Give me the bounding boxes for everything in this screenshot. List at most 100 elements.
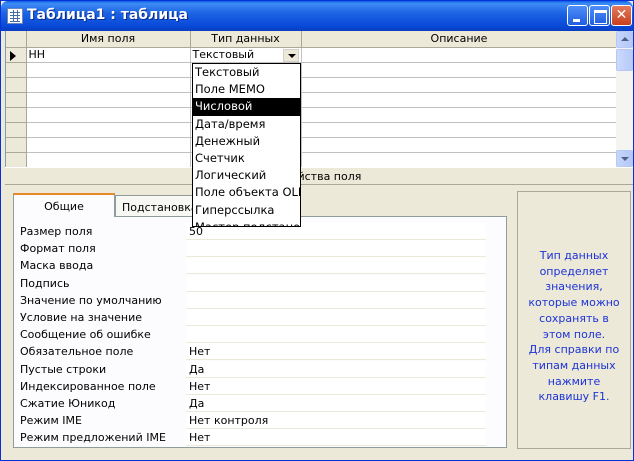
property-row[interactable]: Маска ввода [20,257,490,275]
row-selector[interactable] [6,77,27,93]
description-cell[interactable] [301,152,618,168]
property-label: Режим предложений IME [20,431,166,445]
column-header-field-name[interactable]: Имя поля [26,31,191,48]
dropdown-option[interactable]: Текстовый [193,64,300,81]
property-row[interactable]: Индексированное поле Нет [20,377,490,395]
column-header-description[interactable]: Описание [301,31,618,48]
dropdown-option[interactable]: Мастер подстановок... [193,219,300,226]
description-cell[interactable] [301,47,618,63]
dropdown-arrow-icon[interactable] [282,48,299,61]
property-value[interactable]: Да [186,395,486,412]
row-selector[interactable] [6,92,27,108]
dropdown-option[interactable]: Числовой [193,98,300,116]
row-selector[interactable] [6,122,27,138]
property-row[interactable]: Режим предложений IME Нет [20,429,490,447]
table-row[interactable] [6,137,618,153]
description-cell[interactable] [301,62,618,78]
dropdown-option[interactable]: Гиперссылка [193,202,300,219]
data-type-dropdown-list[interactable]: Текстовый Поле MEMO Числовой Дата/время Дене… [192,63,301,227]
field-name-cell[interactable] [26,92,191,108]
property-value[interactable]: Нет [186,343,486,361]
field-name-cell[interactable] [26,77,191,93]
description-cell[interactable] [301,77,618,93]
table-row[interactable]: НН Текстовый [6,47,618,63]
row-selector[interactable] [6,152,27,168]
minimize-button[interactable] [567,5,588,26]
tab-lookup[interactable]: Подстановка [115,195,201,217]
field-name-cell[interactable] [26,152,191,168]
table-row[interactable] [6,77,618,93]
help-text-line: Тип данных [539,249,609,262]
property-label: Пустые строки [20,362,107,376]
property-row[interactable]: Сообщение об ошибке [20,326,490,344]
property-row[interactable]: Подпись [20,274,490,292]
table-row[interactable] [6,107,618,123]
dropdown-option[interactable]: Денежный [193,133,300,150]
title-bar[interactable]: Таблица1 : таблица ✕ [1,1,633,31]
field-name-cell[interactable] [26,107,191,123]
close-button[interactable]: ✕ [611,5,632,26]
scroll-thumb[interactable] [616,49,633,71]
table-row[interactable] [6,62,618,78]
help-text-line: определяет [539,264,609,278]
data-type-combo[interactable]: Текстовый [190,47,302,63]
property-value[interactable] [186,240,486,258]
tab-general[interactable]: Общие [13,193,115,217]
property-row[interactable]: Пустые строки Да [20,360,490,378]
dropdown-option[interactable]: Логический [193,167,300,184]
dropdown-option[interactable]: Счетчик [193,150,300,167]
field-name-cell[interactable] [26,62,191,78]
maximize-button[interactable] [589,5,610,26]
field-name-cell[interactable] [26,137,191,153]
property-value[interactable] [186,274,486,292]
help-text-line: нажмите [547,374,601,388]
vertical-scrollbar[interactable] [616,31,633,167]
dropdown-option[interactable]: Поле объекта OLE [193,184,300,201]
field-properties-panel: Общие Подстановка Размер поля 50 Формат по… [5,185,633,456]
property-row[interactable]: Обязательное поле Нет [20,343,490,361]
table-row[interactable] [6,92,618,108]
description-cell[interactable] [301,107,618,123]
row-selector[interactable] [6,62,27,78]
property-value[interactable] [186,326,486,344]
scroll-down-button[interactable] [616,150,633,167]
property-row[interactable]: Режим IME Нет контроля [20,412,490,430]
property-value[interactable] [186,291,486,309]
row-selector[interactable] [6,137,27,153]
help-text: Тип данных определяет значения, которые мож… [520,248,628,405]
property-row[interactable]: Формат поля [20,240,490,258]
property-row[interactable]: Условие на значение [20,309,490,326]
current-row-arrow-icon [10,50,16,61]
field-properties-bar: Свойства поля [5,167,633,185]
dropdown-option[interactable]: Поле MEMO [193,81,300,98]
property-row[interactable]: Значение по умолчанию [20,291,490,309]
help-text-line: Для справки по [528,343,620,357]
property-label: Формат поля [20,242,96,256]
dropdown-option[interactable]: Дата/время [193,116,300,133]
field-name-cell[interactable] [26,122,191,138]
row-selector[interactable] [6,107,27,123]
field-name-cell[interactable]: НН [26,47,191,63]
scroll-up-button[interactable] [616,31,633,48]
property-value[interactable]: Нет [186,377,486,395]
table-row[interactable] [6,122,618,138]
property-value[interactable]: Нет [186,429,486,447]
table-row[interactable] [6,152,618,168]
property-row[interactable]: Сжатие Юникод Да [20,395,490,412]
help-text-line: значения, [545,280,603,294]
property-value[interactable] [186,257,486,275]
property-value[interactable] [186,309,486,326]
description-cell[interactable] [301,137,618,153]
window-bottom-edge [5,456,633,460]
description-cell[interactable] [301,122,618,138]
property-label: Условие на значение [20,311,142,324]
description-cell[interactable] [301,92,618,108]
window-title: Таблица1 : таблица [27,7,188,23]
field-grid: Имя поля Тип данных Описание НН Текстовы… [5,31,618,168]
property-value[interactable]: Да [186,360,486,378]
close-icon: ✕ [615,7,628,23]
row-selector[interactable] [6,47,27,63]
column-header-data-type[interactable]: Тип данных [190,31,302,48]
property-label: Подпись [20,276,70,290]
property-value[interactable]: Нет контроля [186,412,486,430]
